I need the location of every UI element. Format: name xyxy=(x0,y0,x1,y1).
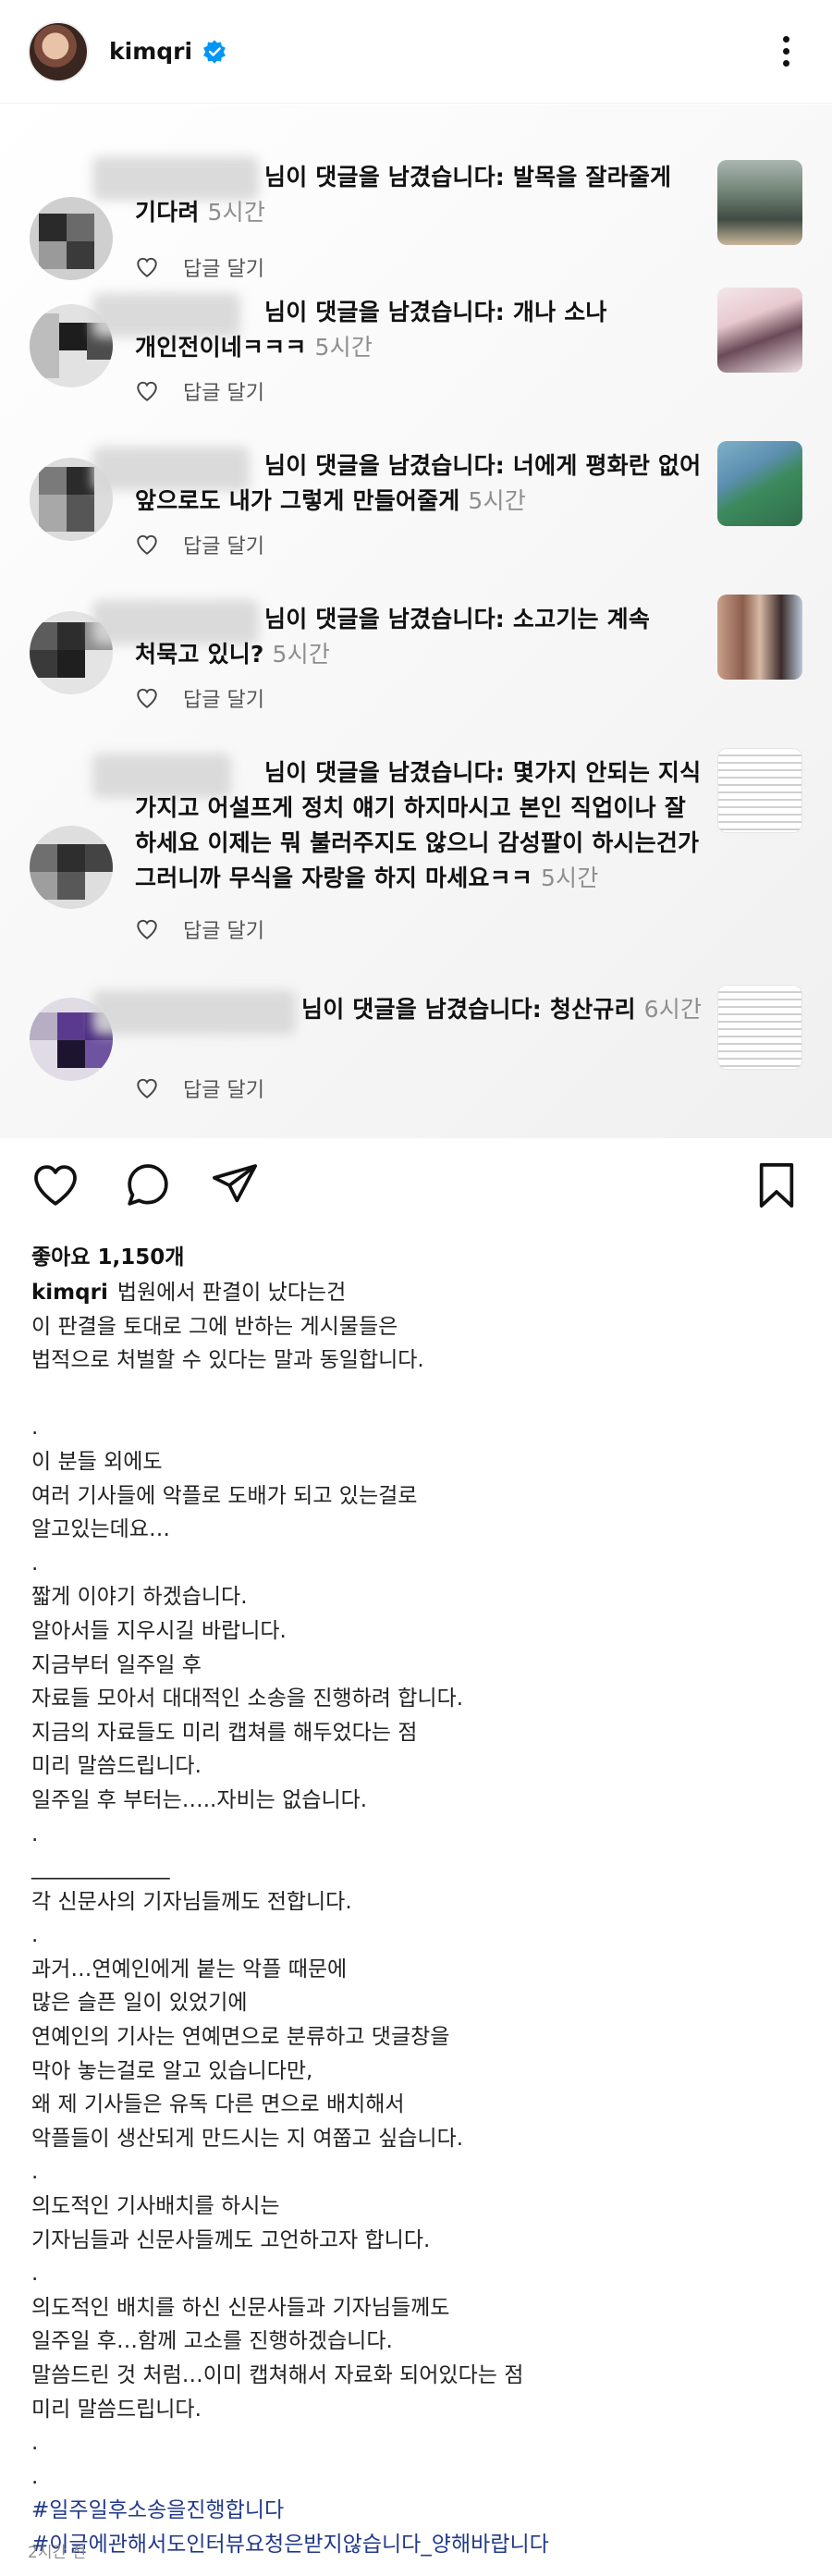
heart-icon[interactable] xyxy=(30,1159,81,1211)
caption-line: kimqri 법원에서 판결이 났다는건 xyxy=(31,1281,347,1305)
notification-actions: 답글 달기 xyxy=(135,376,264,406)
notification-text: 님이 댓글을 남겼습니다: 소고기는 계속 처묵고 있니? 5시간 xyxy=(135,606,651,668)
caption-username[interactable]: kimqri xyxy=(31,1281,108,1305)
caption-line: #일주일후소송을진행합니다 xyxy=(31,2494,808,2528)
caption-line: 일주일 후…함께 고소를 진행하겠습니다. xyxy=(31,2329,393,2354)
caption-line: 알고있는데요… xyxy=(31,1517,170,1542)
notification-text: 님이 댓글을 남겼습니다: 청산규리 6시간 xyxy=(301,996,703,1023)
notification-actions: 답글 달기 xyxy=(135,530,264,559)
caption-line: 알아서들 지우시길 바랍니다. xyxy=(31,1618,287,1643)
caption-line: 지금의 자료들도 미리 캡쳐를 해두었다는 점 xyxy=(31,1720,418,1745)
send-icon[interactable] xyxy=(209,1159,261,1211)
reply-button[interactable]: 답글 달기 xyxy=(183,252,264,282)
caption-body: 이 판결을 토대로 그에 반하는 게시물들은법적으로 처벌할 수 있다는 말과 … xyxy=(31,1310,808,2495)
notification-actions: 답글 달기 xyxy=(135,252,264,282)
caption-line: 지금부터 일주일 후 xyxy=(31,1652,202,1677)
caption-line: 여러 기사들에 악플로 도배가 되고 있는걸로 xyxy=(31,1483,418,1508)
heart-icon[interactable] xyxy=(135,1076,159,1100)
post-header: kimqri xyxy=(0,0,832,104)
reply-button[interactable]: 답글 달기 xyxy=(183,1073,264,1103)
notification-actions: 답글 달기 xyxy=(135,1073,264,1103)
reply-button[interactable]: 답글 달기 xyxy=(183,376,264,406)
header-username[interactable]: kimqri xyxy=(109,38,192,65)
caption-line: 미리 말씀드립니다. xyxy=(31,2397,202,2422)
post-thumbnail[interactable] xyxy=(717,441,802,526)
reply-button[interactable]: 답글 달기 xyxy=(183,914,264,944)
caption-line: . xyxy=(31,1416,39,1441)
bookmark-icon[interactable] xyxy=(751,1159,802,1211)
caption-line: 각 신문사의 기자님들께도 전합니다. xyxy=(31,1889,352,1914)
blurred-avatar xyxy=(30,826,113,909)
post-action-bar xyxy=(0,1139,832,1232)
heart-icon[interactable] xyxy=(135,686,159,710)
caption-line: . xyxy=(31,1551,39,1576)
notification-text: 님이 댓글을 남겼습니다: 발목을 잘라줄게 기다려 5시간 xyxy=(135,164,672,226)
caption-line: 왜 제 기사들은 유독 다른 면으로 배치해서 xyxy=(31,2092,405,2117)
blurred-avatar xyxy=(30,197,113,280)
caption-line: 미리 말씀드립니다. xyxy=(31,1754,202,1779)
post-caption: kimqri 법원에서 판결이 났다는건 이 판결을 토대로 그에 반하는 게시물… xyxy=(31,1276,808,2562)
post-thumbnail[interactable] xyxy=(717,985,802,1070)
caption-line: 일주일 후 부터는…..자비는 없습니다. xyxy=(31,1787,368,1812)
caption-line: 악플들이 생산되게 만드시는 지 여쭙고 싶습니다. xyxy=(31,2126,464,2151)
post-timestamp: 2시간 전 xyxy=(28,2544,87,2562)
hashtag-link[interactable]: #일주일후소송을진행합니다 xyxy=(31,2498,284,2522)
verified-badge-icon xyxy=(203,39,226,64)
post-thumbnail[interactable] xyxy=(717,748,802,833)
caption-line: 의도적인 배치를 하신 신문사들과 기자님들께도 xyxy=(31,2295,450,2320)
notification-text: 님이 댓글을 남겼습니다: 너에게 평화란 없어 앞으로도 내가 그렇게 만들어… xyxy=(135,452,702,514)
caption-line xyxy=(31,1378,808,1412)
post-thumbnail[interactable] xyxy=(717,160,802,245)
notification-actions: 답글 달기 xyxy=(135,914,264,944)
caption-line: 막아 놓는걸로 알고 있습니다만, xyxy=(31,2058,313,2083)
heart-icon[interactable] xyxy=(135,917,159,941)
caption-line: #이글에관해서도인터뷰요청은받지않습니다_양해바랍니다 xyxy=(31,2528,808,2562)
caption-line: 의도적인 기사배치를 하시는 xyxy=(31,2194,280,2219)
caption-line: 기자님들과 신문사들께도 고언하고자 합니다. xyxy=(31,2227,431,2252)
caption-line: 이 분들 외에도 xyxy=(31,1449,163,1474)
notification-text: 님이 댓글을 남겼습니다: 개나 소나 개인전이네ㅋㅋㅋ 5시간 xyxy=(135,299,607,361)
comment-icon[interactable] xyxy=(122,1159,174,1211)
notification-actions: 답글 달기 xyxy=(135,683,264,713)
post-image: 님이 댓글을 남겼습니다: 발목을 잘라줄게 기다려 5시간 답글 달기 님이 … xyxy=(0,104,832,1138)
caption-line: . xyxy=(31,2160,39,2185)
more-options-icon[interactable] xyxy=(767,24,804,80)
heart-icon[interactable] xyxy=(135,379,159,403)
caption-line: 법적으로 처벌할 수 있다는 말과 동일합니다. xyxy=(31,1348,424,1373)
caption-line: . xyxy=(31,1923,39,1948)
notification-text: 님이 댓글을 남겼습니다: 몇가지 안되는 지식 가지고 어설프게 정치 얘기 … xyxy=(135,759,702,891)
hashtag-link[interactable]: #이글에관해서도인터뷰요청은받지않습니다_양해바랍니다 xyxy=(31,2533,549,2557)
caption-line: 자료들 모아서 대대적인 소송을 진행하려 합니다. xyxy=(31,1687,464,1711)
caption-line: 연예인의 기사는 연예면으로 분류하고 댓글창을 xyxy=(31,2025,450,2050)
profile-avatar[interactable] xyxy=(28,20,89,82)
heart-icon[interactable] xyxy=(135,533,159,557)
post-thumbnail[interactable] xyxy=(717,595,802,680)
caption-line: _____________ xyxy=(31,1856,170,1881)
caption-line: . xyxy=(31,2464,39,2489)
caption-line: 과거…연예인에게 붙는 악플 때문에 xyxy=(31,1957,348,1981)
heart-icon[interactable] xyxy=(135,255,159,279)
caption-line: 짧게 이야기 하겠습니다. xyxy=(31,1585,248,1610)
caption-line: 이 판결을 토대로 그에 반하는 게시물들은 xyxy=(31,1314,398,1339)
post-thumbnail[interactable] xyxy=(717,288,802,373)
caption-line: 많은 슬픈 일이 있었기에 xyxy=(31,1991,248,2016)
reply-button[interactable]: 답글 달기 xyxy=(183,530,264,559)
caption-line: 말씀드린 것 처럼…이미 캡쳐해서 자료화 되어있다는 점 xyxy=(31,2363,524,2387)
reply-button[interactable]: 답글 달기 xyxy=(183,683,264,713)
like-count[interactable]: 좋아요 1,150개 xyxy=(31,1239,184,1270)
caption-line: . xyxy=(31,2262,39,2287)
caption-line: . xyxy=(31,2431,39,2456)
caption-line: . xyxy=(31,1822,39,1846)
